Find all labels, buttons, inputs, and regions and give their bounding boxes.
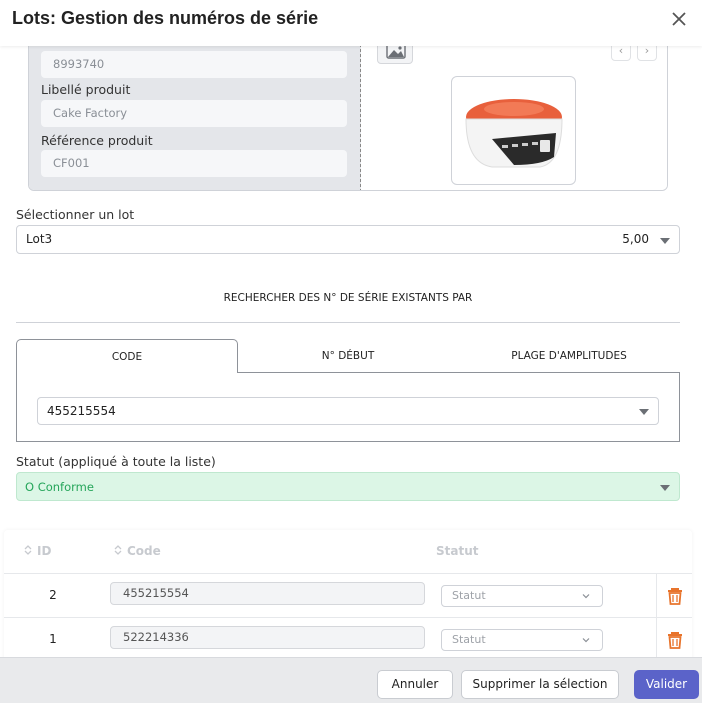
table-row: 1 522214336 Statut	[4, 617, 692, 660]
product-image-panel: ‹ ›	[361, 29, 667, 190]
row-statut-select[interactable]: Statut	[441, 629, 603, 651]
caret-down-icon	[639, 409, 649, 415]
reference-label: Référence produit	[41, 133, 153, 148]
search-tabs: CODE N° DÉBUT PLAGE D'AMPLITUDES	[16, 339, 680, 373]
lot-selected-quantity: 5,00	[622, 232, 649, 246]
caret-down-icon	[660, 238, 670, 244]
cancel-button[interactable]: Annuler	[377, 670, 453, 699]
delete-selection-button[interactable]: Supprimer la sélection	[461, 670, 619, 699]
table-row: 2 455215554 Statut	[4, 573, 692, 618]
statut-select[interactable]: O Conforme	[16, 472, 680, 501]
dialog-footer: Annuler Supprimer la sélection Valider	[0, 657, 702, 703]
row-id: 2	[49, 588, 57, 602]
column-header-code[interactable]: Code	[114, 544, 161, 558]
code-select[interactable]: 455215554	[37, 397, 659, 425]
lot-select[interactable]: Lot3 5,00	[16, 225, 680, 254]
column-header-code-label: Code	[127, 544, 161, 558]
lot-selected-name: Lot3	[26, 232, 53, 246]
tab-numero-debut[interactable]: N° DÉBUT	[238, 339, 458, 373]
statut-selected-value: O Conforme	[25, 480, 94, 494]
statut-label: Statut (appliqué à toute la liste)	[16, 454, 216, 469]
chevron-down-icon	[582, 594, 590, 599]
divider	[16, 322, 680, 323]
sort-icon	[24, 545, 32, 555]
close-icon[interactable]	[670, 10, 688, 28]
reference-field: CF001	[41, 150, 347, 177]
row-delete-cell	[656, 574, 692, 618]
trash-icon[interactable]	[657, 574, 692, 618]
column-header-id-label: ID	[37, 544, 52, 558]
libelle-field: Cake Factory	[41, 100, 347, 127]
row-code-field[interactable]: 455215554	[110, 582, 425, 605]
code-selected-value: 455215554	[47, 404, 116, 418]
tab-panel-code: 455215554	[16, 372, 680, 442]
row-id: 1	[49, 632, 57, 646]
validate-button[interactable]: Valider	[634, 670, 699, 699]
product-code-field: 8993740	[41, 51, 347, 78]
product-details: 8993740 Libellé produit Cake Factory Réf…	[29, 29, 361, 190]
libelle-label: Libellé produit	[41, 82, 131, 97]
lot-label: Sélectionner un lot	[16, 207, 135, 222]
row-code-field[interactable]: 522214336	[110, 626, 425, 649]
tab-code[interactable]: CODE	[16, 339, 238, 373]
row-statut-select[interactable]: Statut	[441, 585, 603, 607]
row-delete-cell	[656, 618, 692, 660]
tab-plage-amplitudes[interactable]: PLAGE D'AMPLITUDES	[458, 339, 680, 373]
column-header-id[interactable]: ID	[24, 544, 51, 558]
row-statut-placeholder: Statut	[452, 589, 486, 602]
product-image	[451, 76, 576, 185]
dialog-title: Lots: Gestion des numéros de série	[12, 8, 319, 28]
sort-icon	[114, 545, 122, 555]
search-heading: RECHERCHER DES N° DE SÉRIE EXISTANTS PAR	[223, 292, 473, 304]
row-statut-placeholder: Statut	[452, 633, 486, 646]
serial-table: ID Code Statut 2 455215554 Statut 1 5222…	[4, 530, 692, 660]
cake-maker-image	[465, 99, 563, 168]
column-header-statut: Statut	[436, 544, 479, 558]
caret-down-icon	[660, 485, 670, 491]
product-card: 8993740 Libellé produit Cake Factory Réf…	[28, 28, 668, 191]
chevron-down-icon	[582, 638, 590, 643]
dialog-header: Lots: Gestion des numéros de série	[0, 0, 702, 46]
trash-icon[interactable]	[657, 618, 692, 660]
